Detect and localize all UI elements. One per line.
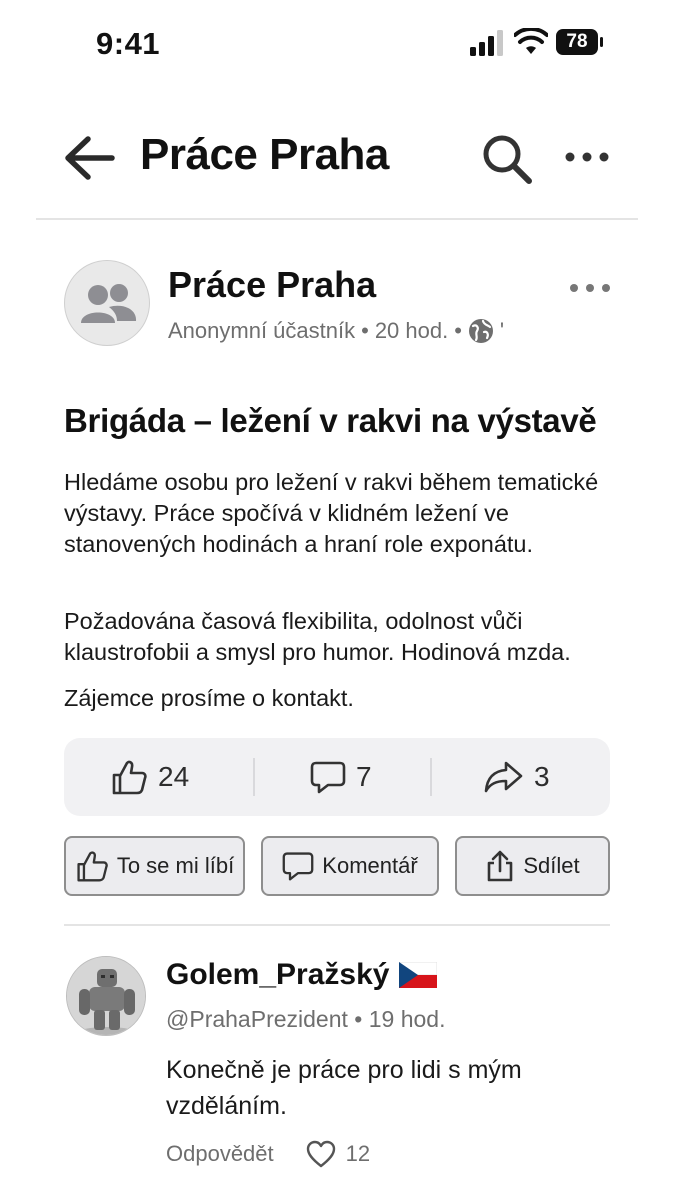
czech-flag-icon — [399, 962, 438, 988]
post-time: 20 hod. — [374, 318, 449, 343]
likes-count-stat[interactable]: 24 — [110, 738, 189, 816]
group-people-icon — [81, 284, 137, 323]
comment-likes-count: 12 — [345, 1141, 371, 1166]
comment-like[interactable]: 12 — [306, 1140, 370, 1168]
meta-tick: ' — [499, 318, 505, 343]
comment-text: Konečně je práce pro lidi s mým vzdělání… — [166, 1056, 522, 1120]
reactions-summary: 24 7 3 — [64, 738, 610, 816]
meta-separator: • — [361, 318, 369, 343]
comment-avatar[interactable] — [66, 956, 146, 1036]
comment-bubble-icon — [310, 761, 346, 794]
search-icon[interactable] — [480, 132, 534, 186]
header-divider — [36, 218, 638, 220]
wifi-icon — [514, 28, 548, 54]
post-meta: Anonymní účastník • 20 hod. • ' — [168, 318, 504, 344]
stats-divider — [253, 758, 255, 796]
shares-count: 3 — [534, 761, 550, 792]
comment-time: 19 hod. — [368, 1006, 446, 1032]
comment-bubble-icon — [282, 852, 314, 881]
comments-divider — [64, 924, 610, 926]
page-title: Práce Praha — [140, 130, 389, 179]
meta-separator: • — [354, 1006, 369, 1032]
golem-avatar-image — [67, 957, 145, 1035]
heart-icon — [306, 1140, 335, 1168]
post-paragraph: Hledáme osobu pro ležení v rakvi během t… — [64, 469, 599, 557]
group-avatar[interactable] — [64, 260, 150, 346]
back-arrow-icon[interactable] — [62, 134, 116, 182]
thumbs-up-icon — [112, 760, 147, 795]
comments-count-stat[interactable]: 7 — [310, 738, 372, 816]
share-button[interactable]: Sdílet — [455, 836, 610, 896]
cellular-signal-icon — [470, 30, 503, 56]
thumbs-up-icon — [77, 851, 108, 882]
comments-count: 7 — [356, 761, 372, 792]
battery-icon: 78 — [556, 29, 604, 55]
like-button-label: To se mi líbí — [116, 853, 235, 878]
comment-button[interactable]: Komentář — [261, 836, 439, 896]
comment-meta: @PrahaPrezident • 19 hod. — [166, 1006, 445, 1033]
group-name[interactable]: Práce Praha — [168, 264, 376, 306]
stats-divider — [430, 758, 432, 796]
comment-handle: @PrahaPrezident — [166, 1006, 348, 1032]
comment-button-label: Komentář — [322, 853, 418, 878]
share-upload-icon — [488, 850, 513, 882]
post-paragraph: Požadována časová flexibilita, odolnost … — [64, 608, 571, 665]
reply-link[interactable]: Odpovědět — [166, 1141, 274, 1167]
globe-icon — [468, 319, 493, 343]
meta-separator: • — [454, 318, 462, 343]
share-arrow-icon — [484, 761, 523, 793]
like-button[interactable]: To se mi líbí — [64, 836, 245, 896]
share-button-label: Sdílet — [523, 853, 580, 878]
comment-actions: Odpovědět 12 — [166, 1140, 370, 1168]
more-options-icon[interactable] — [564, 142, 610, 172]
post-paragraph: Zájemce prosíme o kontakt. — [64, 685, 354, 711]
post-author: Anonymní účastník — [168, 318, 356, 343]
likes-count: 24 — [158, 761, 190, 792]
status-time: 9:41 — [96, 26, 161, 61]
battery-level: 78 — [566, 31, 588, 52]
post-more-options-icon[interactable] — [568, 276, 612, 300]
post-headline: Brigáda – ležení v rakvi na výstavě — [64, 402, 597, 439]
shares-count-stat[interactable]: 3 — [484, 738, 550, 816]
comment-author[interactable]: Golem_Pražský — [166, 958, 438, 992]
comment-author-name: Golem_Pražský — [166, 958, 390, 991]
